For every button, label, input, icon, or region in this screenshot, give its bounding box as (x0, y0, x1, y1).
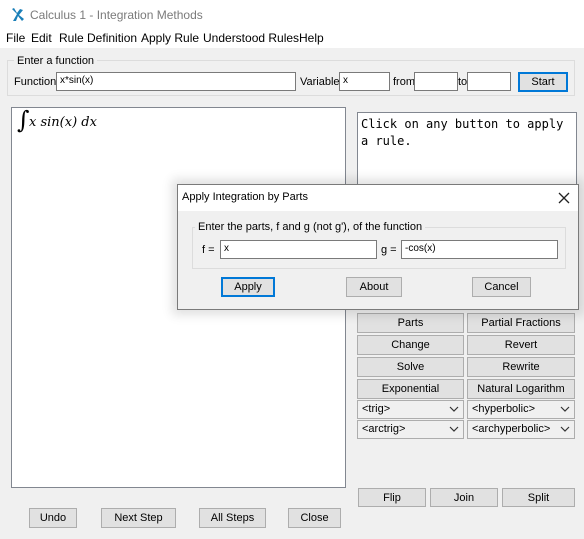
app-icon (12, 8, 24, 21)
hyperbolic-select-value: <hyperbolic> (472, 403, 535, 415)
archyperbolic-select-value: <archyperbolic> (472, 423, 551, 435)
integration-by-parts-dialog: Apply Integration by Parts Enter the par… (177, 184, 579, 310)
apply-button[interactable]: Apply (221, 277, 275, 297)
chevron-down-icon (449, 426, 459, 432)
arctrig-select-value: <arctrig> (362, 423, 406, 435)
to-input[interactable] (467, 72, 511, 91)
menu-help[interactable]: Help (299, 31, 324, 45)
partial-fractions-button[interactable]: Partial Fractions (467, 313, 575, 333)
arctrig-select[interactable]: <arctrig> (357, 420, 464, 439)
close-icon[interactable] (558, 192, 570, 204)
f-label: f = (202, 244, 215, 256)
all-steps-button[interactable]: All Steps (199, 508, 266, 528)
trig-select-value: <trig> (362, 403, 391, 415)
cancel-button[interactable]: Cancel (472, 277, 531, 297)
title-bar: Calculus 1 - Integration Methods (0, 0, 584, 30)
flip-button[interactable]: Flip (358, 488, 426, 507)
trig-select[interactable]: <trig> (357, 400, 464, 419)
hint-panel: Click on any button to apply a rule. (357, 112, 577, 192)
undo-button[interactable]: Undo (29, 508, 77, 528)
next-step-button[interactable]: Next Step (101, 508, 176, 528)
revert-button[interactable]: Revert (467, 335, 575, 355)
to-label: to (458, 76, 468, 88)
split-button[interactable]: Split (502, 488, 575, 507)
menu-understood-rules[interactable]: Understood Rules (203, 31, 299, 45)
variable-label: Variable (300, 76, 340, 88)
integral-sign: ∫ (17, 106, 30, 134)
g-label: g = (381, 244, 397, 256)
f-input[interactable]: x (220, 240, 377, 259)
function-input[interactable]: x*sin(x) (56, 72, 296, 91)
function-label: Function (14, 76, 57, 88)
about-button[interactable]: About (346, 277, 402, 297)
start-button[interactable]: Start (518, 72, 568, 92)
rewrite-button[interactable]: Rewrite (467, 357, 575, 377)
menu-file[interactable]: File (6, 31, 25, 45)
chevron-down-icon (560, 406, 570, 412)
chevron-down-icon (449, 406, 459, 412)
menu-rule-definition[interactable]: Rule Definition (59, 31, 137, 45)
chevron-down-icon (560, 426, 570, 432)
change-button[interactable]: Change (357, 335, 464, 355)
window-title: Calculus 1 - Integration Methods (30, 8, 203, 22)
parts-button[interactable]: Parts (357, 313, 464, 333)
parts-group-title: Enter the parts, f and g (not g'), of th… (195, 221, 426, 233)
menu-edit[interactable]: Edit (31, 31, 52, 45)
natural-logarithm-button[interactable]: Natural Logarithm (467, 379, 575, 399)
variable-input[interactable]: x (339, 72, 390, 91)
join-button[interactable]: Join (430, 488, 498, 507)
solve-button[interactable]: Solve (357, 357, 464, 377)
menu-bar: File Edit Rule Definition Apply Rule Und… (0, 30, 584, 48)
close-button[interactable]: Close (288, 508, 341, 528)
hyperbolic-select[interactable]: <hyperbolic> (467, 400, 575, 419)
from-label: from (393, 76, 415, 88)
menu-apply-rule[interactable]: Apply Rule (141, 31, 199, 45)
from-input[interactable] (414, 72, 458, 91)
integral-expression: x sin(x) dx (29, 115, 97, 130)
function-group-title: Enter a function (14, 55, 98, 67)
dialog-title: Apply Integration by Parts (182, 191, 308, 203)
archyperbolic-select[interactable]: <archyperbolic> (467, 420, 575, 439)
g-input[interactable]: -cos(x) (401, 240, 558, 259)
hint-text: Click on any button to apply a rule. (361, 117, 564, 148)
exponential-button[interactable]: Exponential (357, 379, 464, 399)
